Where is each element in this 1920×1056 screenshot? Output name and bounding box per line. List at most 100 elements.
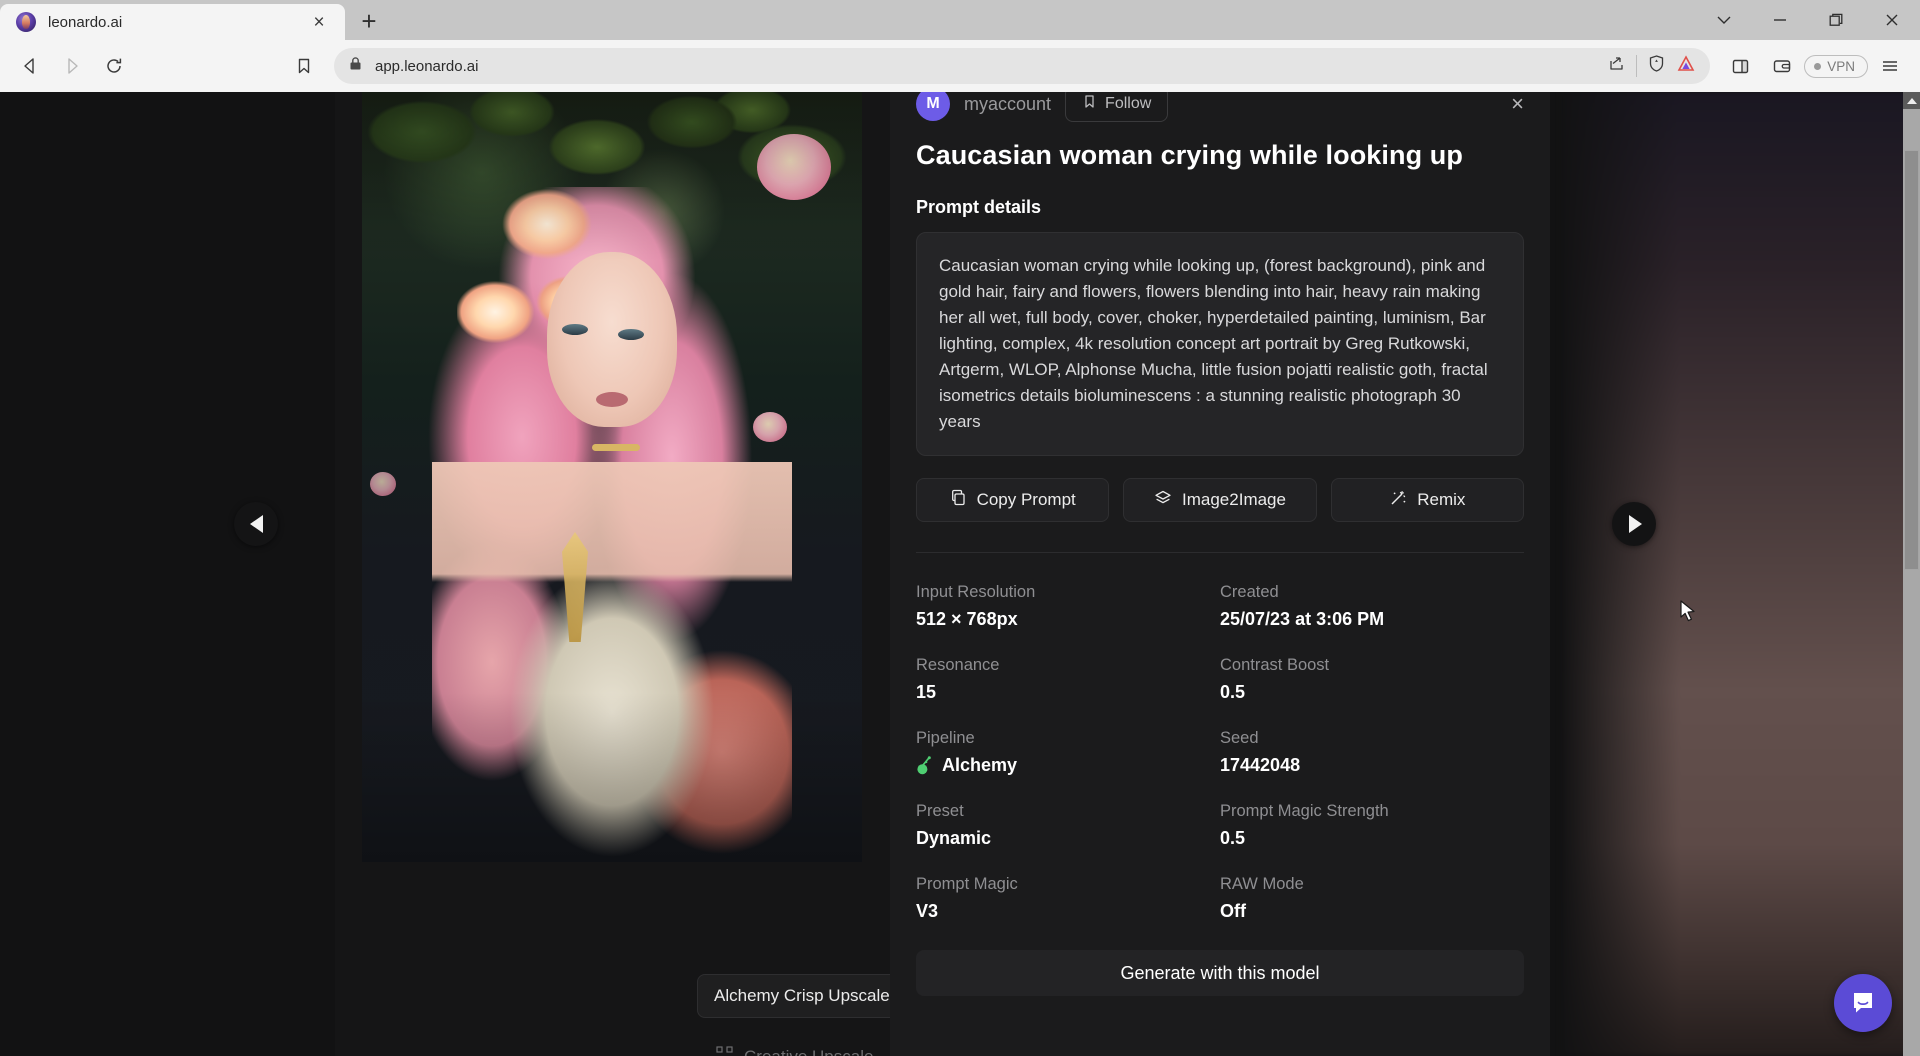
mouse-cursor [1680, 600, 1698, 626]
browser-window: leonardo.ai × + [0, 0, 1920, 1056]
scrollbar-thumb[interactable] [1904, 150, 1919, 570]
metadata-value: Off [1220, 901, 1524, 922]
share-icon[interactable] [1607, 54, 1626, 78]
metadata-item-prompt-magic: Prompt Magic V3 [916, 875, 1220, 922]
background-blur-right [1560, 92, 1920, 1056]
url-text[interactable]: app.leonardo.ai [375, 58, 1595, 75]
divider [1636, 55, 1637, 77]
new-tab-button[interactable]: + [349, 3, 389, 39]
image-stage: Alchemy Crisp Upscaled Image ▼ ••• Creat… [335, 92, 890, 1056]
follow-button[interactable]: Follow [1065, 92, 1168, 122]
metadata-value: 0.5 [1220, 682, 1524, 703]
remix-label: Remix [1417, 490, 1465, 510]
brave-shields-icon[interactable] [1647, 54, 1666, 78]
metadata-key: Input Resolution [916, 583, 1220, 602]
sidebar-panel-icon[interactable] [1720, 47, 1760, 85]
close-icon[interactable] [1864, 0, 1920, 40]
bookmark-icon[interactable] [284, 47, 324, 85]
tab-strip: leonardo.ai × + [0, 0, 1920, 40]
layers-icon [1154, 489, 1172, 512]
creative-upscale-label: Creative Upscale [744, 1047, 873, 1056]
remix-button[interactable]: Remix [1331, 478, 1524, 522]
prompt-text[interactable]: Caucasian woman crying while looking up,… [916, 232, 1524, 456]
forward-arrow-icon[interactable] [52, 47, 92, 85]
vpn-label: VPN [1827, 59, 1855, 74]
metadata-item-preset: Preset Dynamic [916, 802, 1220, 849]
page-title: Caucasian woman crying while looking up [890, 124, 1550, 171]
image-detail-panel: M myaccount Follow × Caucasian woman cry… [890, 92, 1550, 1056]
metadata-key: Prompt Magic [916, 875, 1220, 894]
metadata-item-pipeline: Pipeline Alchemy [916, 729, 1220, 776]
browser-toolbar: app.leonardo.ai VPN [0, 40, 1920, 92]
reload-icon[interactable] [94, 47, 134, 85]
window-controls [1696, 0, 1920, 40]
metadata-value: 17442048 [1220, 755, 1524, 776]
alchemy-flask-icon [916, 756, 933, 775]
intercom-chat-icon [1849, 989, 1877, 1017]
image2image-button[interactable]: Image2Image [1123, 478, 1316, 522]
scrollbar-up-button[interactable] [1903, 92, 1920, 109]
page-viewport: Alchemy Crisp Upscaled Image ▼ ••• Creat… [0, 92, 1920, 1056]
metadata-key: Seed [1220, 729, 1524, 748]
tab-title: leonardo.ai [48, 14, 295, 31]
metadata-value: 25/07/23 at 3:06 PM [1220, 609, 1524, 630]
metadata-value: 0.5 [1220, 828, 1524, 849]
prompt-details-label: Prompt details [890, 171, 1550, 218]
lock-icon [348, 56, 363, 76]
avatar[interactable]: M [916, 92, 950, 121]
next-image-button[interactable] [1612, 502, 1656, 546]
remix-wand-icon [1389, 489, 1407, 512]
address-bar[interactable]: app.leonardo.ai [334, 48, 1710, 84]
prompt-action-row: Copy Prompt Image2Image Remix [916, 478, 1524, 522]
detail-header: M myaccount Follow × [890, 92, 1550, 124]
metadata-item-raw-mode: RAW Mode Off [1220, 875, 1524, 922]
previous-image-button[interactable] [234, 502, 278, 546]
author-username[interactable]: myaccount [964, 94, 1051, 115]
metadata-item-input-resolution: Input Resolution 512 × 768px [916, 583, 1220, 630]
copy-prompt-button[interactable]: Copy Prompt [916, 478, 1109, 522]
browser-tab-leonardo[interactable]: leonardo.ai × [0, 4, 345, 40]
generate-with-model-button[interactable]: Generate with this model [916, 950, 1524, 996]
metadata-item-seed: Seed 17442048 [1220, 729, 1524, 776]
chevron-down-icon[interactable] [1696, 0, 1752, 40]
copy-icon [950, 489, 967, 511]
metadata-value: 15 [916, 682, 1220, 703]
leonardo-favicon-icon [16, 12, 36, 32]
image2image-label: Image2Image [1182, 490, 1286, 510]
metadata-key: Contrast Boost [1220, 656, 1524, 675]
metadata-key: RAW Mode [1220, 875, 1524, 894]
metadata-value: 512 × 768px [916, 609, 1220, 630]
follow-label: Follow [1105, 95, 1151, 113]
vpn-button[interactable]: VPN [1804, 55, 1868, 78]
metadata-value: Dynamic [916, 828, 1220, 849]
address-bar-actions [1607, 54, 1696, 79]
metadata-item-prompt-magic-strength: Prompt Magic Strength 0.5 [1220, 802, 1524, 849]
wallet-icon[interactable] [1762, 47, 1802, 85]
metadata-key: Preset [916, 802, 1220, 821]
creative-upscale-icon [715, 1045, 734, 1056]
close-icon[interactable]: × [307, 10, 331, 34]
brave-rewards-icon[interactable] [1676, 54, 1696, 79]
creative-upscale-button[interactable]: Creative Upscale [697, 1036, 891, 1056]
metadata-item-contrast-boost: Contrast Boost 0.5 [1220, 656, 1524, 703]
vpn-status-dot [1814, 63, 1821, 70]
restore-icon[interactable] [1808, 0, 1864, 40]
minimize-icon[interactable] [1752, 0, 1808, 40]
hamburger-menu-icon[interactable] [1870, 47, 1910, 85]
page-scrollbar[interactable] [1903, 92, 1920, 1056]
image-vignette [362, 92, 862, 862]
metadata-value: Alchemy [942, 755, 1017, 776]
metadata-item-created: Created 25/07/23 at 3:06 PM [1220, 583, 1524, 630]
metadata-key: Prompt Magic Strength [1220, 802, 1524, 821]
metadata-key: Resonance [916, 656, 1220, 675]
metadata-item-resonance: Resonance 15 [916, 656, 1220, 703]
metadata-value: V3 [916, 901, 1220, 922]
copy-prompt-label: Copy Prompt [977, 490, 1076, 510]
metadata-grid: Input Resolution 512 × 768px Created 25/… [890, 553, 1550, 922]
close-panel-icon[interactable]: × [1511, 92, 1524, 117]
chat-launcher-button[interactable] [1834, 974, 1892, 1032]
bookmark-star-icon [1082, 94, 1097, 114]
generated-image[interactable] [362, 92, 862, 862]
back-arrow-icon[interactable] [10, 47, 50, 85]
metadata-key: Created [1220, 583, 1524, 602]
